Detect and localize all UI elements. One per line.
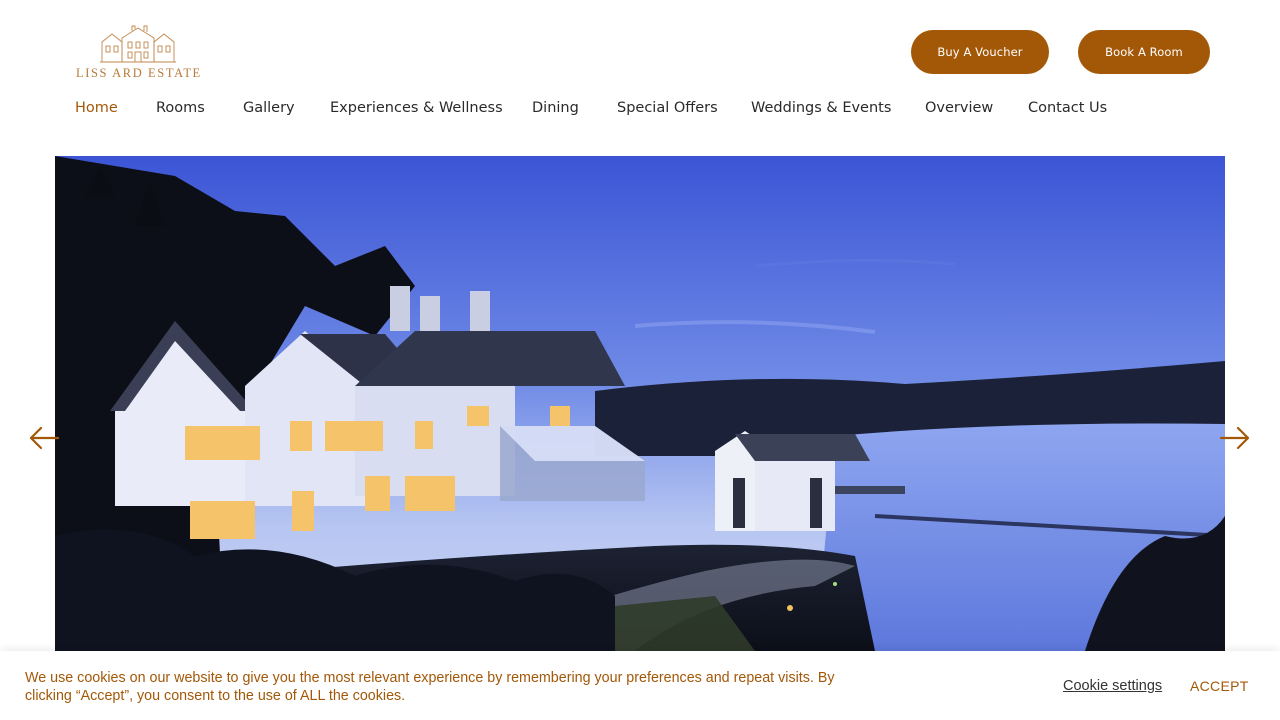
- previous-slide-button[interactable]: [28, 424, 60, 452]
- cookie-message: We use cookies on our website to give yo…: [25, 670, 835, 704]
- arrow-left-icon: [29, 426, 60, 450]
- cookie-settings-link[interactable]: Cookie settings: [1063, 678, 1162, 694]
- logo-text: LISS ARD ESTATE: [76, 66, 202, 80]
- book-room-button[interactable]: Book A Room: [1078, 30, 1210, 74]
- arrow-right-icon: [1219, 426, 1250, 450]
- hero-slider-image: [55, 156, 1225, 651]
- nav-item-overview[interactable]: Overview: [925, 100, 993, 116]
- nav-item-dining[interactable]: Dining: [532, 100, 579, 116]
- logo[interactable]: LISS ARD ESTATE: [74, 24, 206, 82]
- estate-house-logo-icon: [100, 25, 176, 63]
- nav-item-rooms[interactable]: Rooms: [156, 100, 205, 116]
- buy-voucher-button[interactable]: Buy A Voucher: [911, 30, 1049, 74]
- nav-item-special-offers[interactable]: Special Offers: [617, 100, 718, 116]
- nav-item-weddings-events[interactable]: Weddings & Events: [751, 100, 891, 116]
- nav-item-experiences-wellness[interactable]: Experiences & Wellness: [330, 100, 503, 116]
- nav-item-contact-us[interactable]: Contact Us: [1028, 100, 1107, 116]
- cookie-banner: We use cookies on our website to give yo…: [0, 651, 1280, 720]
- next-slide-button[interactable]: [1219, 424, 1251, 452]
- cookie-accept-button[interactable]: ACCEPT: [1190, 678, 1249, 694]
- nav-item-gallery[interactable]: Gallery: [243, 100, 295, 116]
- main-navigation: Home Rooms Gallery Experiences & Wellnes…: [0, 100, 1280, 122]
- nav-item-home[interactable]: Home: [75, 100, 118, 116]
